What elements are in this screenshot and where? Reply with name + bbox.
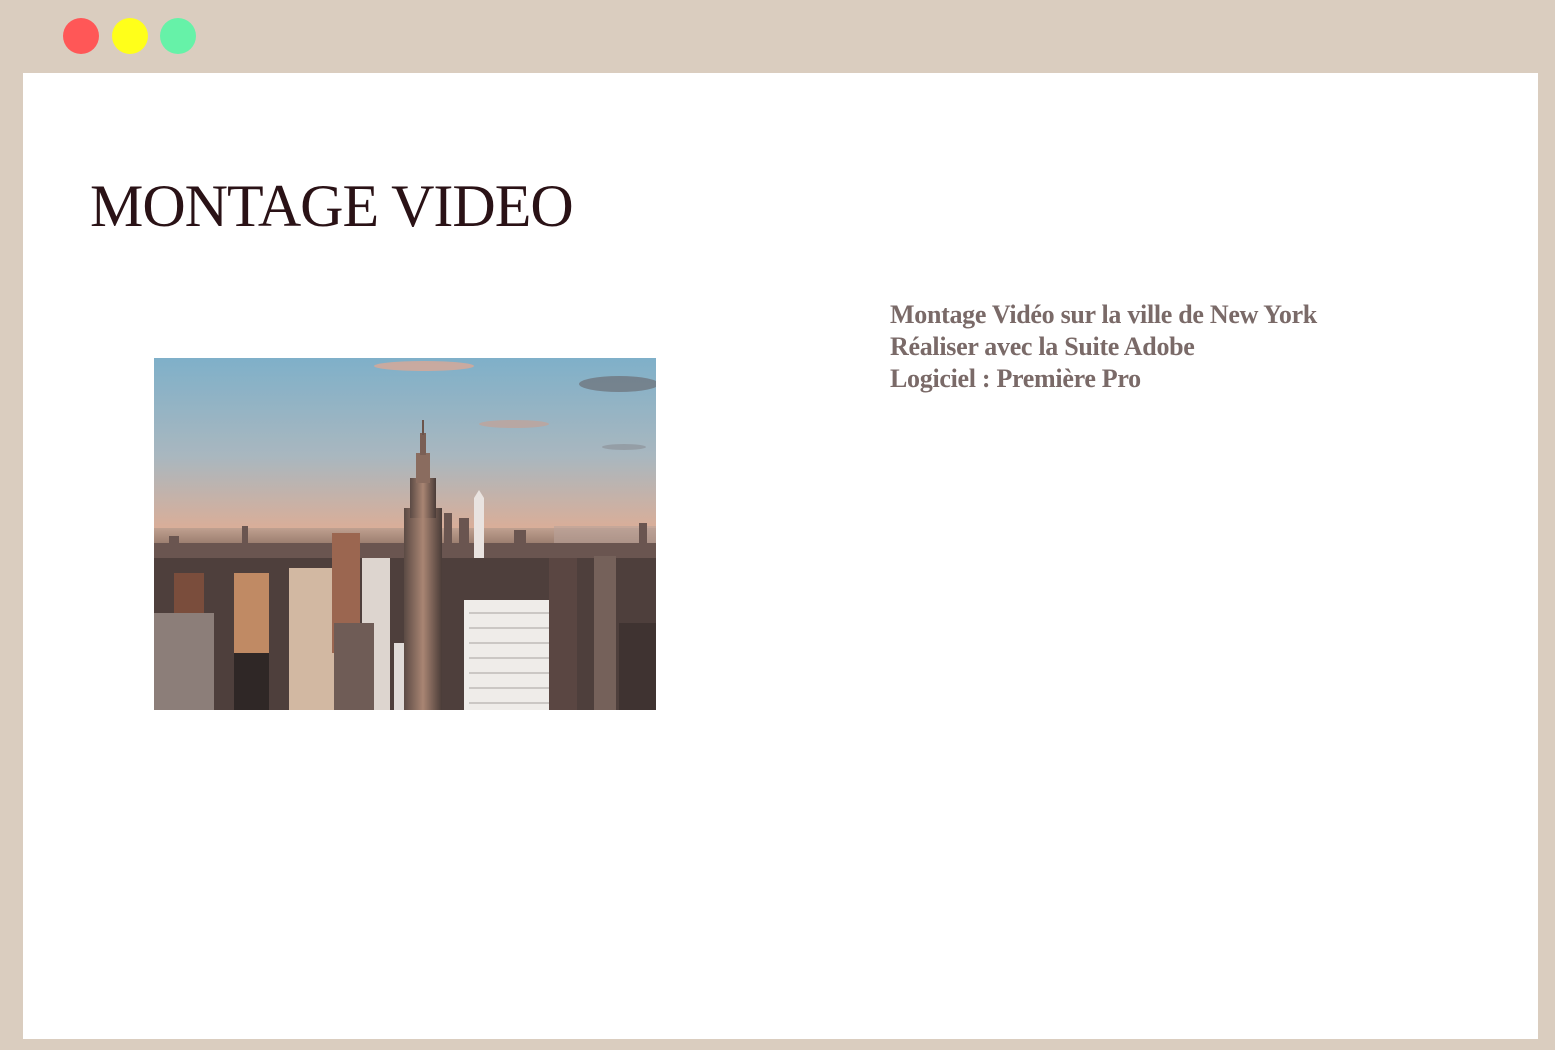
page-title: MONTAGE VIDEO bbox=[90, 173, 574, 239]
minimize-window-button[interactable] bbox=[112, 18, 148, 54]
description-line: Logiciel : Première Pro bbox=[890, 364, 1141, 393]
browser-window: MONTAGE VIDEO Montage Vidéo sur la ville… bbox=[0, 0, 1555, 1050]
window-titlebar bbox=[0, 0, 1555, 73]
description-line: Réaliser avec la Suite Adobe bbox=[890, 332, 1195, 361]
close-window-button[interactable] bbox=[63, 18, 99, 54]
page-content: MONTAGE VIDEO Montage Vidéo sur la ville… bbox=[23, 73, 1538, 1039]
project-description: Montage Vidéo sur la ville de New York R… bbox=[890, 299, 1317, 395]
skyline-illustration bbox=[154, 358, 656, 710]
new-york-skyline-image[interactable] bbox=[154, 358, 656, 710]
description-line: Montage Vidéo sur la ville de New York bbox=[890, 300, 1317, 329]
maximize-window-button[interactable] bbox=[160, 18, 196, 54]
